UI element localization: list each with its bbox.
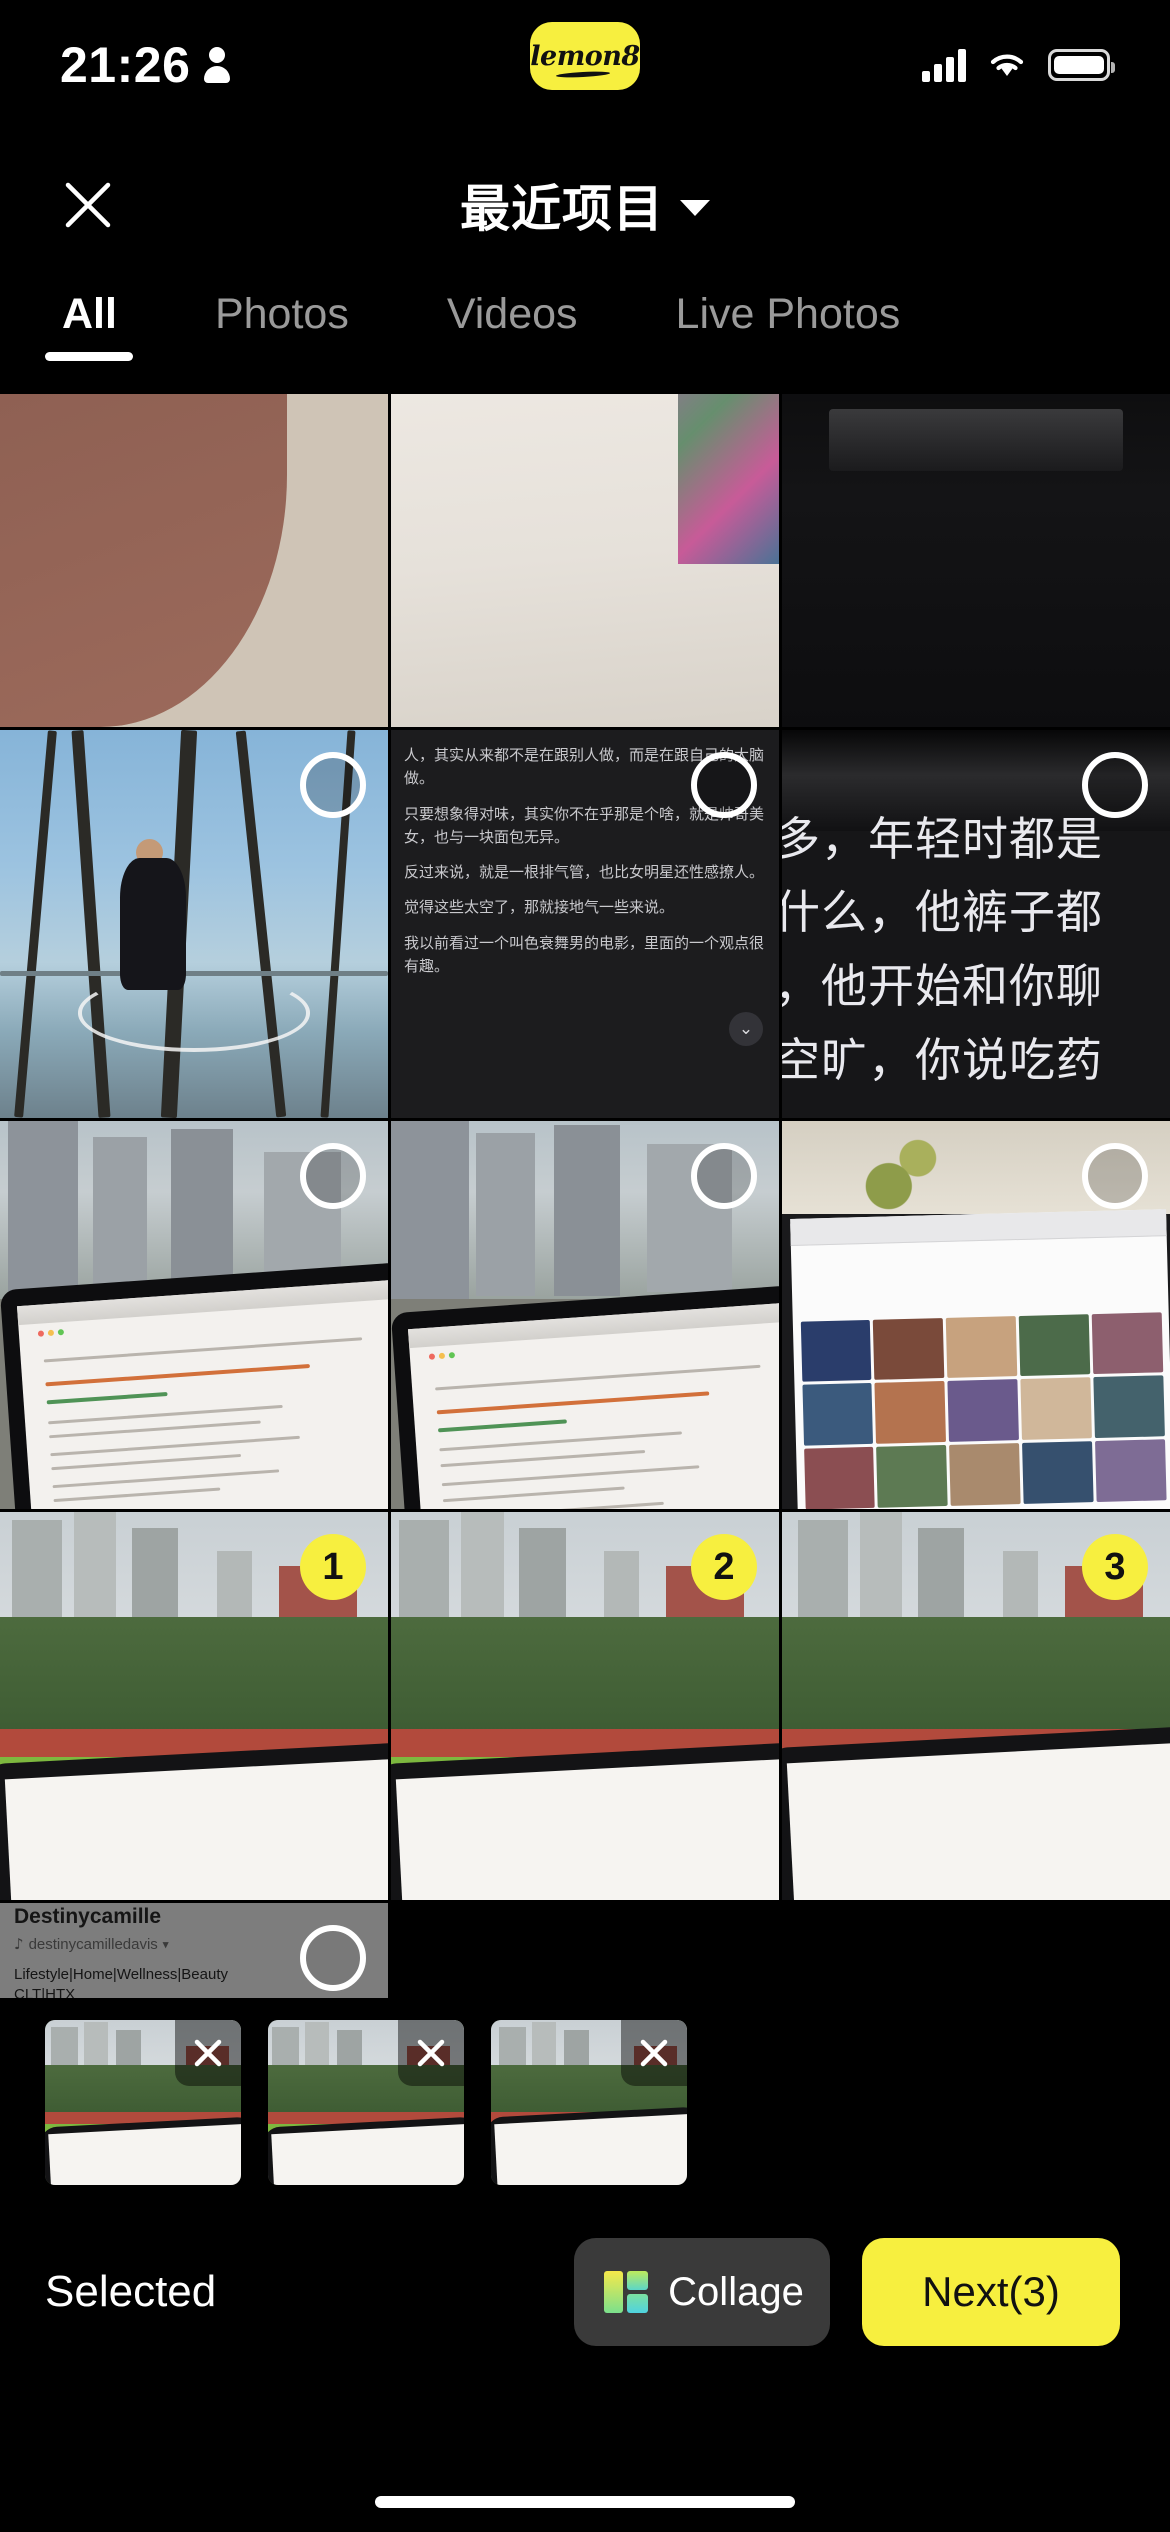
status-bar-right (922, 48, 1115, 82)
collage-icon (604, 2271, 649, 2313)
grid-item[interactable]: 人，其实从来都不是在跟别人做，而是在跟自己的大脑做。 只要想象得对味，其实你不在… (391, 730, 779, 1118)
grid-item[interactable] (391, 394, 779, 727)
grid-item[interactable]: 3 (782, 1512, 1170, 1900)
tab-all[interactable]: All (62, 290, 117, 361)
remove-selection-icon[interactable] (621, 2020, 687, 2086)
selection-number[interactable]: 2 (691, 1534, 757, 1600)
app-logo: lemon8 (530, 22, 640, 90)
selection-circle[interactable] (300, 1925, 366, 1991)
album-selector[interactable]: 最近项目 (460, 169, 710, 241)
selection-number[interactable]: 1 (300, 1534, 366, 1600)
chevron-down-icon (680, 200, 710, 216)
status-bar-left: 21:26 (60, 36, 231, 94)
bigtext-line: 空旷，你说吃药 (782, 1032, 1103, 1087)
grid-item[interactable] (0, 1121, 388, 1509)
next-button[interactable]: Next(3) (862, 2238, 1120, 2346)
status-bar: 21:26 lemon8 (0, 0, 1170, 130)
chevron-double-down-icon: ⌄ (729, 1012, 763, 1046)
tab-live-photos[interactable]: Live Photos (676, 290, 901, 361)
selection-circle[interactable] (1082, 752, 1148, 818)
bigtext-line: 什么，他裤子都 (782, 885, 1103, 940)
photo-thumbnail (782, 394, 1170, 727)
selected-thumbnail[interactable] (268, 2020, 464, 2185)
tab-photos[interactable]: Photos (215, 290, 349, 361)
grid-item-empty (782, 1903, 1170, 1998)
grid-item[interactable]: 多，年轻时都是 什么，他裤子都 ，他开始和你聊 空旷，你说吃药 (782, 730, 1170, 1118)
profile-bio: Lifestyle|Home|Wellness|Beauty CLT|HTX (14, 1965, 228, 1998)
tiktok-icon: ♪ (14, 1935, 24, 1953)
photo-thumbnail (391, 394, 779, 727)
profile-display-name: Destinycamille (14, 1905, 162, 1928)
selection-circle[interactable] (691, 752, 757, 818)
profile-handle-text: destinycamilledavis (28, 1935, 158, 1953)
media-grid-scroll[interactable]: 人，其实从来都不是在跟别人做，而是在跟自己的大脑做。 只要想象得对味，其实你不在… (0, 394, 1170, 1998)
profile-handle: ♪ destinycamilledavis ▾ (14, 1935, 168, 1953)
remove-selection-icon[interactable] (175, 2020, 241, 2086)
photo-thumbnail (0, 394, 388, 727)
note-line: 反过来说，就是一根排气管，也比女明星还性感撩人。 (404, 863, 765, 881)
home-indicator (375, 2496, 795, 2508)
grid-item[interactable] (782, 394, 1170, 727)
selection-circle[interactable] (300, 1143, 366, 1209)
profile-bio-line-2: CLT|HTX (14, 1986, 76, 1998)
grid-item[interactable] (782, 1121, 1170, 1509)
selection-circle[interactable] (1082, 1143, 1148, 1209)
grid-item[interactable] (0, 730, 388, 1118)
selected-thumbnail[interactable] (45, 2020, 241, 2185)
media-type-tabs: All Photos Videos Live Photos (0, 290, 1170, 394)
remove-selection-icon[interactable] (398, 2020, 464, 2086)
profile-bio-line-1: Lifestyle|Home|Wellness|Beauty (14, 1966, 229, 1983)
selected-label: Selected (45, 2267, 217, 2316)
close-icon[interactable] (55, 172, 121, 238)
bottom-action-bar: Selected Collage Next(3) (0, 2195, 1170, 2532)
battery-icon (1048, 49, 1115, 81)
collage-button[interactable]: Collage (574, 2238, 830, 2346)
grid-item[interactable]: Destinycamille ♪ destinycamilledavis ▾ L… (0, 1903, 388, 1998)
caret-down-icon: ▾ (162, 1938, 169, 1951)
selection-circle[interactable] (300, 752, 366, 818)
grid-item[interactable] (391, 1121, 779, 1509)
person-icon (204, 47, 231, 83)
grid-item[interactable]: 2 (391, 1512, 779, 1900)
cellular-signal-icon (922, 48, 966, 82)
page-title: 最近项目 (460, 181, 664, 237)
bottom-action-row: Selected Collage Next(3) (0, 2233, 1170, 2351)
selection-circle[interactable] (691, 1143, 757, 1209)
grid-item[interactable] (0, 394, 388, 727)
tab-videos[interactable]: Videos (447, 290, 578, 361)
collage-label: Collage (668, 2269, 804, 2314)
note-line: 我以前看过一个叫色衰舞男的电影，里面的一个观点很有趣。 (404, 933, 765, 975)
grid-item-empty (391, 1903, 779, 1998)
note-line: 觉得这些太空了，那就接地气一些来说。 (404, 898, 675, 917)
bigtext-line: ，他开始和你聊 (782, 959, 1103, 1014)
app-screen: 21:26 lemon8 最近项目 All Photos Videos Live… (0, 0, 1170, 2532)
selected-thumbnail[interactable] (491, 2020, 687, 2185)
lemon8-logo: lemon8 (530, 22, 640, 90)
grid-item[interactable]: 1 (0, 1512, 388, 1900)
nav-bar: 最近项目 (0, 150, 1170, 260)
selection-number[interactable]: 3 (1082, 1534, 1148, 1600)
status-time: 21:26 (60, 37, 191, 93)
selected-thumbnails-strip (0, 2010, 1170, 2195)
media-grid: 人，其实从来都不是在跟别人做，而是在跟自己的大脑做。 只要想象得对味，其实你不在… (0, 394, 1170, 1998)
wifi-icon (986, 49, 1028, 81)
